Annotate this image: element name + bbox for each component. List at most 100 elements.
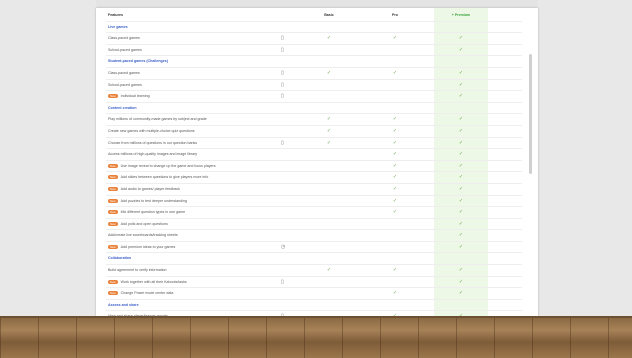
feature-text: Add polls and open questions: [120, 221, 168, 226]
pro-check-cell: ✓: [368, 196, 422, 207]
feature-label: New Individual learning: [108, 91, 150, 102]
info-icon[interactable]: ▯: [281, 138, 284, 149]
feature-text: Add slides between questions to give pla…: [120, 175, 209, 180]
feature-label: Class-paced games: [108, 68, 140, 79]
checkmark-icon: ✓: [458, 139, 464, 146]
comparison-table-page: Features Basic Pro + Premium Live games C…: [96, 8, 538, 316]
checkmark-icon: ✓: [326, 139, 332, 146]
feature-text: School-paced games: [108, 47, 142, 52]
pro-check-cell: ✓: [368, 288, 422, 299]
feature-label: New Add puzzles to test deeper understand…: [108, 196, 187, 207]
checkmark-icon: ✓: [392, 290, 398, 297]
feature-text: School-paced games: [108, 82, 142, 87]
feature-comparison-table: Features Basic Pro + Premium Live games C…: [106, 10, 522, 316]
table-row: Create new games with multiple-choice qu…: [106, 125, 522, 138]
feature-label: Add/create live scoreboards/tracking she…: [108, 230, 178, 241]
basic-check-cell: ✓: [302, 114, 356, 125]
feature-text: Live games: [108, 24, 128, 29]
checkmark-icon: ✓: [458, 185, 464, 192]
checkmark-icon: ✓: [458, 290, 464, 297]
new-badge: New: [108, 175, 118, 180]
feature-text: Assess and share: [108, 302, 139, 307]
info-icon[interactable]: ▯: [281, 80, 284, 91]
table-row: New Change Power mode center data ✓ ✓: [106, 288, 522, 300]
checkmark-icon: ✓: [458, 278, 464, 285]
info-icon[interactable]: ▯: [281, 45, 284, 56]
feature-label: New Add premium ideas to your games: [108, 242, 175, 253]
new-badge: New: [108, 279, 118, 284]
pro-column-header: Pro: [392, 13, 398, 17]
checkmark-icon: ✓: [458, 35, 464, 42]
premium-check-cell: ✓: [434, 230, 488, 241]
feature-label: New Work together with all their Kahoots/…: [108, 277, 187, 288]
new-badge: New: [108, 221, 118, 226]
checkmark-icon: ✓: [392, 127, 398, 134]
info-icon[interactable]: ◷: [281, 242, 285, 253]
new-badge: New: [108, 244, 118, 249]
premium-check-cell: ✓: [434, 183, 488, 195]
checkmark-icon: ✓: [458, 127, 464, 134]
checkmark-icon: ✓: [458, 243, 464, 250]
checkmark-icon: ✓: [392, 139, 398, 146]
feature-label: Collaboration: [108, 253, 131, 264]
table-row: New Add slides between questions to give …: [106, 172, 522, 184]
basic-check-cell: ✓: [302, 126, 356, 137]
table-section-header: Assess and share: [106, 300, 522, 312]
feature-label: Content creation: [108, 103, 137, 114]
pro-check-cell: ✓: [368, 126, 422, 137]
feature-text: Use image reveal to change up the game a…: [120, 163, 216, 168]
table-row: New Individual learning ▯ ✓: [106, 91, 522, 103]
pro-check-cell: ✓: [368, 114, 422, 125]
premium-check-cell: ✓: [434, 241, 488, 253]
table-row: New Add puzzles to test deeper understand…: [106, 195, 522, 208]
feature-text: Class-paced games: [108, 36, 140, 41]
info-icon[interactable]: ▯: [281, 91, 284, 102]
table-section-header: Content creation: [106, 103, 522, 115]
pro-check-cell: ✓: [368, 184, 422, 195]
info-icon[interactable]: ▯: [281, 68, 284, 79]
new-badge: New: [108, 291, 118, 296]
basic-column-header: Basic: [324, 13, 334, 17]
feature-text: Build agreement to verify information: [108, 268, 167, 273]
right-margin: [538, 0, 632, 316]
premium-check-cell: ✓: [434, 160, 488, 172]
feature-label: Class-paced games: [108, 33, 140, 44]
new-badge: New: [108, 163, 118, 168]
checkmark-icon: ✓: [326, 69, 332, 76]
feature-label: Choose from millions of questions in our…: [108, 138, 197, 149]
checkmark-icon: ✓: [458, 116, 464, 123]
checkmark-icon: ✓: [392, 267, 398, 274]
feature-label: New Mix different question types in one g…: [108, 207, 185, 218]
premium-column-header: + Premium: [434, 10, 488, 21]
table-row: New Add premium ideas to your games ◷ ✓: [106, 241, 522, 254]
feature-column-header: Features: [108, 13, 123, 17]
checkmark-icon: ✓: [458, 174, 464, 181]
checkmark-icon: ✓: [458, 81, 464, 88]
feature-text: Work together with all their Kahoots/tas…: [120, 279, 187, 284]
info-icon[interactable]: ▯: [281, 277, 284, 288]
feature-text: Class-paced games: [108, 70, 140, 75]
basic-check-cell: ✓: [302, 68, 356, 79]
checkmark-icon: ✓: [392, 209, 398, 216]
checkmark-icon: ✓: [458, 151, 464, 158]
feature-text: Content creation: [108, 105, 137, 110]
pro-check-cell: ✓: [368, 161, 422, 172]
feature-text: Individual learning: [120, 94, 150, 99]
checkmark-icon: ✓: [458, 69, 464, 76]
info-icon[interactable]: ▯: [281, 33, 284, 44]
feature-text: Access millions of high-quality images a…: [108, 152, 198, 157]
feature-text: Add puzzles to test deeper understanding: [120, 198, 187, 203]
checkmark-icon: ✓: [392, 197, 398, 204]
scrollbar[interactable]: [529, 54, 532, 174]
feature-label: New Add polls and open questions: [108, 219, 168, 230]
table-row: New Mix different question types in one g…: [106, 207, 522, 219]
premium-check-cell: ✓: [434, 33, 488, 44]
feature-label: School-paced games: [108, 45, 142, 56]
checkmark-icon: ✓: [392, 35, 398, 42]
table-row: Build agreement to verify information ✓ ✓ ✓: [106, 265, 522, 277]
premium-check-cell: ✓: [434, 79, 488, 91]
feature-text: Create new games with multiple-choice qu…: [108, 128, 195, 133]
feature-label: Access millions of high-quality images a…: [108, 149, 197, 160]
new-badge: New: [108, 198, 118, 203]
new-badge: New: [108, 186, 118, 191]
